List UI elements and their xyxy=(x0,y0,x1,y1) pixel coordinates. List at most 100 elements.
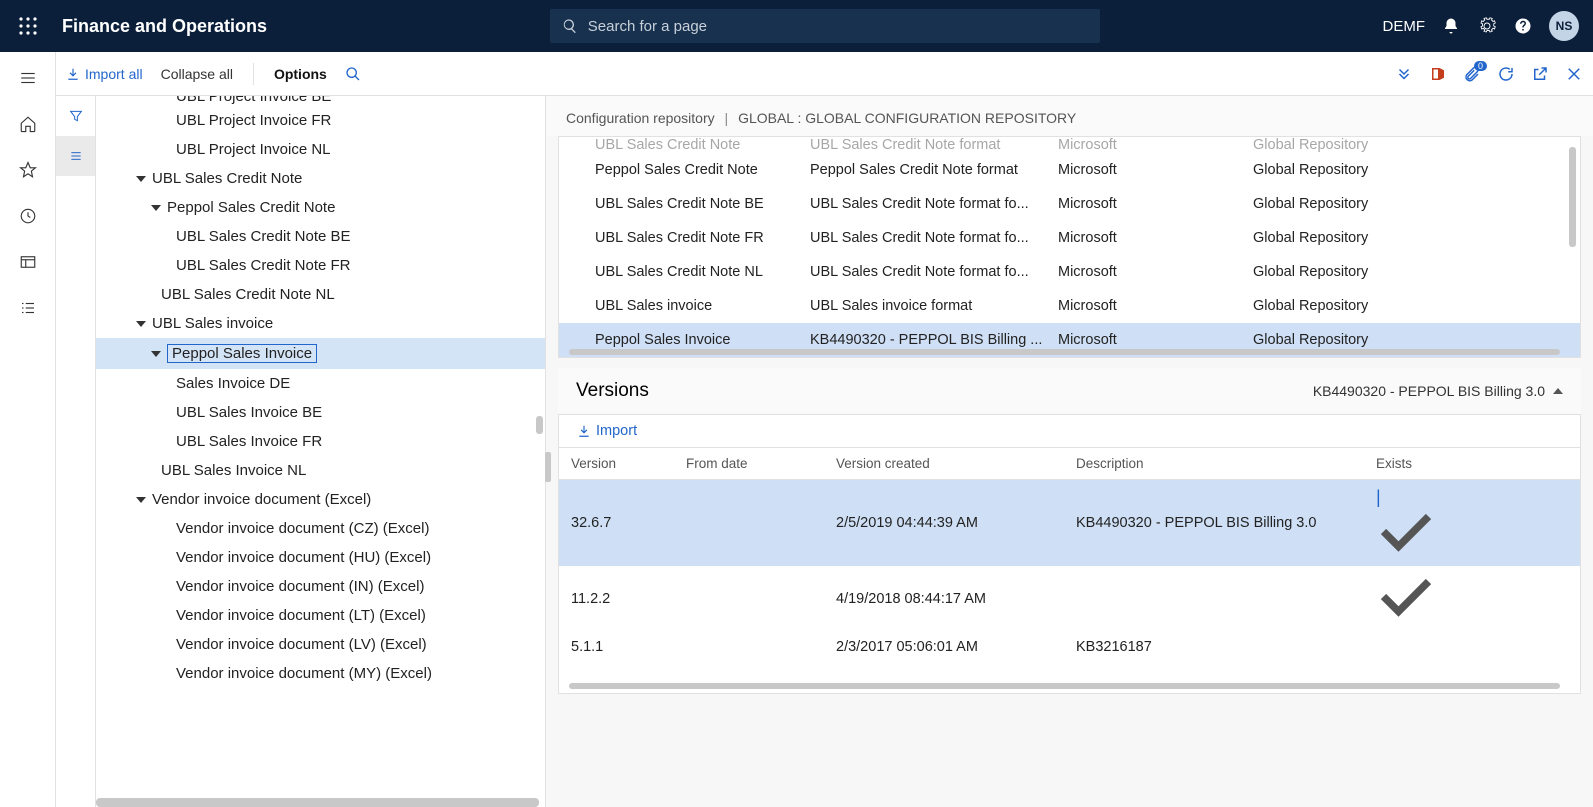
tree-item[interactable]: UBL Sales Credit Note FR xyxy=(96,251,545,280)
import-button[interactable]: Import xyxy=(577,423,1562,439)
find-button[interactable] xyxy=(345,66,361,82)
versions-section-header[interactable]: Versions KB4490320 - PEPPOL BIS Billing … xyxy=(558,368,1581,414)
tree-item-label: Vendor invoice document (LT) (Excel) xyxy=(176,607,426,624)
versions-rows: 32.6.72/5/2019 04:44:39 AMKB4490320 - PE… xyxy=(559,480,1580,663)
tree-item[interactable]: UBL Project Invoice FR xyxy=(96,106,545,135)
tree[interactable]: UBL Project Invoice BEUBL Project Invoic… xyxy=(96,96,545,807)
versions-row[interactable]: 32.6.72/5/2019 04:44:39 AMKB4490320 - PE… xyxy=(559,480,1580,566)
filter-button[interactable] xyxy=(56,96,95,136)
tree-item[interactable]: Peppol Sales Credit Note xyxy=(96,193,545,222)
config-grid-card: UBL Sales Credit NoteUBL Sales Credit No… xyxy=(558,136,1581,358)
tree-item[interactable]: UBL Project Invoice BE xyxy=(96,96,545,106)
app-launcher[interactable] xyxy=(0,0,56,52)
list-button[interactable] xyxy=(56,136,95,176)
splitter-handle[interactable] xyxy=(545,452,551,482)
cell-desc: UBL Sales Credit Note format fo... xyxy=(810,196,1058,212)
col-description[interactable]: Description xyxy=(1076,456,1376,471)
table-row[interactable]: UBL Sales Credit Note NLUBL Sales Credit… xyxy=(559,255,1580,289)
check-icon xyxy=(1376,542,1436,558)
feedback-icon[interactable] xyxy=(1395,65,1413,83)
table-row[interactable]: UBL Sales invoiceUBL Sales invoice forma… xyxy=(559,289,1580,323)
tree-item[interactable]: UBL Sales Invoice FR xyxy=(96,427,545,456)
workspace-icon[interactable] xyxy=(16,250,40,274)
grid-vertical-scrollbar[interactable] xyxy=(1569,147,1576,247)
col-exists[interactable]: Exists xyxy=(1376,456,1436,471)
import-all-label: Import all xyxy=(85,66,143,82)
tree-item[interactable]: Vendor invoice document (IN) (Excel) xyxy=(96,572,545,601)
tree-item[interactable]: UBL Sales Invoice NL xyxy=(96,456,545,485)
tree-item[interactable]: Vendor invoice document (HU) (Excel) xyxy=(96,543,545,572)
vertical-scroll-thumb[interactable] xyxy=(536,416,543,434)
tree-item[interactable]: Vendor invoice document (Excel) xyxy=(96,485,545,514)
attach-icon[interactable]: 0 xyxy=(1463,65,1481,83)
tree-item[interactable]: UBL Sales Credit Note xyxy=(96,164,545,193)
cell-provider: Microsoft xyxy=(1058,298,1253,314)
popout-icon[interactable] xyxy=(1531,65,1549,83)
cell-desc: UBL Sales Credit Note format xyxy=(810,137,1058,153)
modules-icon[interactable] xyxy=(16,296,40,320)
tree-item-label: Peppol Sales Invoice xyxy=(167,344,317,363)
col-from-date[interactable]: From date xyxy=(686,456,836,471)
tree-item-label: UBL Sales invoice xyxy=(152,315,273,332)
grid-horizontal-scrollbar[interactable] xyxy=(569,349,1560,355)
tree-pane: UBL Project Invoice BEUBL Project Invoic… xyxy=(56,96,546,807)
tree-item[interactable]: UBL Sales Credit Note BE xyxy=(96,222,545,251)
cell-desc: UBL Sales invoice format xyxy=(810,298,1058,314)
table-row[interactable]: UBL Sales Credit Note BEUBL Sales Credit… xyxy=(559,187,1580,221)
tree-item-label: Vendor invoice document (CZ) (Excel) xyxy=(176,520,429,537)
versions-title: Versions xyxy=(576,380,649,402)
horizontal-scrollbar[interactable] xyxy=(96,798,539,807)
tree-item-label: Vendor invoice document (HU) (Excel) xyxy=(176,549,431,566)
bell-icon[interactable] xyxy=(1441,16,1461,36)
check-icon xyxy=(1376,607,1436,623)
tree-item[interactable]: UBL Sales Invoice BE xyxy=(96,398,545,427)
tree-item[interactable]: Vendor invoice document (MY) (Excel) xyxy=(96,659,545,688)
config-grid[interactable]: UBL Sales Credit NoteUBL Sales Credit No… xyxy=(559,137,1580,357)
caret-down-icon xyxy=(136,176,146,182)
avatar[interactable]: NS xyxy=(1549,11,1579,41)
tree-item[interactable]: UBL Project Invoice NL xyxy=(96,135,545,164)
tree-item-label: UBL Sales Credit Note xyxy=(152,170,302,187)
cell-repo: Global Repository xyxy=(1253,332,1453,348)
collapse-all-button[interactable]: Collapse all xyxy=(161,66,233,82)
import-all-button[interactable]: Import all xyxy=(66,66,143,82)
clock-icon[interactable] xyxy=(16,204,40,228)
table-row[interactable]: UBL Sales Credit Note FRUBL Sales Credit… xyxy=(559,221,1580,255)
versions-horizontal-scrollbar[interactable] xyxy=(569,683,1560,689)
col-version[interactable]: Version xyxy=(571,456,686,471)
nav-rail xyxy=(0,52,56,807)
tree-item-label: UBL Sales Invoice FR xyxy=(176,433,322,450)
cell-repo: Global Repository xyxy=(1253,196,1453,212)
close-icon[interactable] xyxy=(1565,65,1583,83)
options-button[interactable]: Options xyxy=(274,66,327,82)
cell-provider: Microsoft xyxy=(1058,332,1253,348)
star-icon[interactable] xyxy=(16,158,40,182)
gear-icon[interactable] xyxy=(1477,16,1497,36)
tree-item-label: UBL Sales Credit Note FR xyxy=(176,257,351,274)
tree-item-label: UBL Project Invoice NL xyxy=(176,141,331,158)
col-created[interactable]: Version created xyxy=(836,456,1076,471)
tree-item[interactable]: UBL Sales invoice xyxy=(96,309,545,338)
versions-row[interactable]: 5.1.12/3/2017 05:06:01 AMKB3216187 xyxy=(559,631,1580,663)
tree-item-label: UBL Sales Invoice BE xyxy=(176,404,322,421)
cell-version: 5.1.1 xyxy=(571,639,686,655)
tree-item[interactable]: Sales Invoice DE xyxy=(96,369,545,398)
versions-row[interactable]: 11.2.24/19/2018 08:44:17 AM xyxy=(559,566,1580,631)
hamburger-icon[interactable] xyxy=(16,66,40,90)
table-row[interactable]: Peppol Sales Credit NotePeppol Sales Cre… xyxy=(559,153,1580,187)
tree-item[interactable]: Vendor invoice document (LT) (Excel) xyxy=(96,601,545,630)
refresh-icon[interactable] xyxy=(1497,65,1515,83)
tree-item[interactable]: Vendor invoice document (CZ) (Excel) xyxy=(96,514,545,543)
breadcrumb-root[interactable]: Configuration repository xyxy=(566,110,715,126)
cell-exists: | xyxy=(1376,488,1436,558)
tree-item[interactable]: UBL Sales Credit Note NL xyxy=(96,280,545,309)
home-icon[interactable] xyxy=(16,112,40,136)
tree-item[interactable]: Peppol Sales Invoice xyxy=(96,338,545,369)
tree-item-label: Vendor invoice document (IN) (Excel) xyxy=(176,578,424,595)
office-icon[interactable] xyxy=(1429,65,1447,83)
table-row[interactable]: UBL Sales Credit NoteUBL Sales Credit No… xyxy=(559,137,1580,153)
tree-item[interactable]: Vendor invoice document (LV) (Excel) xyxy=(96,630,545,659)
search-input[interactable]: Search for a page xyxy=(550,9,1100,43)
help-icon[interactable] xyxy=(1513,16,1533,36)
company-code[interactable]: DEMF xyxy=(1383,18,1426,35)
